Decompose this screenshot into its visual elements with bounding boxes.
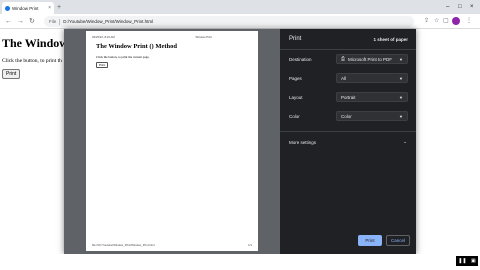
color-select[interactable]: Color ▼ bbox=[336, 111, 408, 121]
menu-icon[interactable]: ⋮ bbox=[466, 17, 472, 26]
preview-page-number: 1/1 bbox=[248, 243, 252, 247]
preview-footer-path: file:///D:/Youtube/Window_Print/Window_P… bbox=[92, 243, 155, 247]
more-settings-label: More settings bbox=[289, 139, 317, 145]
print-title: Print bbox=[289, 36, 302, 42]
page-print-button[interactable]: Print bbox=[2, 69, 21, 79]
chevron-down-icon: ▼ bbox=[399, 56, 403, 62]
maximize-button[interactable]: □ bbox=[458, 2, 462, 12]
settings-divider bbox=[280, 131, 416, 132]
profile-avatar[interactable] bbox=[452, 17, 460, 25]
chevron-down-icon: ▼ bbox=[399, 75, 403, 81]
star-icon[interactable]: ☆ bbox=[434, 17, 439, 26]
preview-tab-title: Window Print bbox=[195, 35, 212, 39]
destination-label: Destination bbox=[289, 57, 312, 62]
page-instructions: Click the button, to print th bbox=[2, 58, 62, 64]
layout-value: Portrait bbox=[341, 94, 356, 100]
favicon-icon bbox=[5, 5, 10, 11]
color-label: Color bbox=[289, 114, 300, 119]
color-value: Color bbox=[341, 113, 352, 119]
more-settings-toggle[interactable]: More settings ⌄ bbox=[289, 139, 407, 145]
back-button[interactable]: ← bbox=[5, 16, 12, 27]
layout-select[interactable]: Portrait ▼ bbox=[336, 92, 408, 102]
chevron-down-icon: ▼ bbox=[399, 94, 403, 100]
preview-text: Click the button, to print the current p… bbox=[96, 55, 150, 59]
browser-toolbar: ← → ↻ File D:/Youtube/Window_Print/Windo… bbox=[0, 14, 480, 29]
print-settings-panel: Print 1 sheet of paper Destination ⎙ Mic… bbox=[280, 29, 462, 254]
minimize-button[interactable]: – bbox=[446, 2, 449, 12]
tab-title: Window Print bbox=[12, 5, 39, 11]
forward-button[interactable]: → bbox=[17, 16, 24, 27]
new-tab-button[interactable]: + bbox=[57, 2, 61, 13]
video-bar: ❚❚ ▣ bbox=[0, 254, 480, 270]
pages-label: Pages bbox=[289, 76, 302, 81]
print-button[interactable]: Print bbox=[358, 235, 382, 246]
print-preview-sheet: 03/25/22, 8:16 AM Window Print The Windo… bbox=[86, 31, 258, 251]
tab-strip: Window Print × + – □ × bbox=[0, 0, 480, 14]
print-dialog: 03/25/22, 8:16 AM Window Print The Windo… bbox=[64, 29, 462, 254]
chevron-down-icon: ⌄ bbox=[403, 139, 407, 144]
fullscreen-icon[interactable]: ▣ bbox=[471, 258, 476, 264]
pause-icon[interactable]: ❚❚ bbox=[458, 258, 466, 264]
destination-select[interactable]: ⎙ Microsoft Print to PDF ▼ bbox=[336, 54, 408, 64]
file-scheme-label: File bbox=[49, 19, 57, 24]
preview-print-button: Print bbox=[96, 62, 109, 68]
destination-value: Microsoft Print to PDF bbox=[348, 56, 393, 62]
header-divider bbox=[280, 49, 416, 50]
page-heading: The Window bbox=[2, 36, 68, 50]
preview-heading: The Window Print () Method bbox=[96, 43, 178, 50]
address-url[interactable]: D:/Youtube/Window_Print/Window_Print.htm… bbox=[63, 19, 153, 24]
browser-tab[interactable]: Window Print × bbox=[2, 2, 54, 14]
pages-select[interactable]: All ▼ bbox=[336, 73, 408, 83]
share-icon[interactable]: ⇪ bbox=[424, 17, 429, 26]
sheet-count: 1 sheet of paper bbox=[373, 37, 408, 42]
reload-button[interactable]: ↻ bbox=[29, 16, 35, 27]
pages-value: All bbox=[341, 75, 347, 81]
address-divider bbox=[59, 18, 61, 25]
video-controls: ❚❚ ▣ bbox=[456, 256, 478, 266]
cancel-button[interactable]: Cancel bbox=[386, 235, 410, 246]
extensions-icon[interactable]: ▢ bbox=[443, 17, 449, 26]
printer-icon: ⎙ bbox=[341, 56, 346, 62]
close-window-button[interactable]: × bbox=[470, 2, 474, 12]
tab-close-icon[interactable]: × bbox=[48, 5, 51, 11]
layout-label: Layout bbox=[289, 95, 303, 100]
preview-date: 03/25/22, 8:16 AM bbox=[92, 35, 115, 39]
chevron-down-icon: ▼ bbox=[399, 113, 403, 119]
address-bar[interactable]: File D:/Youtube/Window_Print/Window_Prin… bbox=[44, 16, 414, 27]
